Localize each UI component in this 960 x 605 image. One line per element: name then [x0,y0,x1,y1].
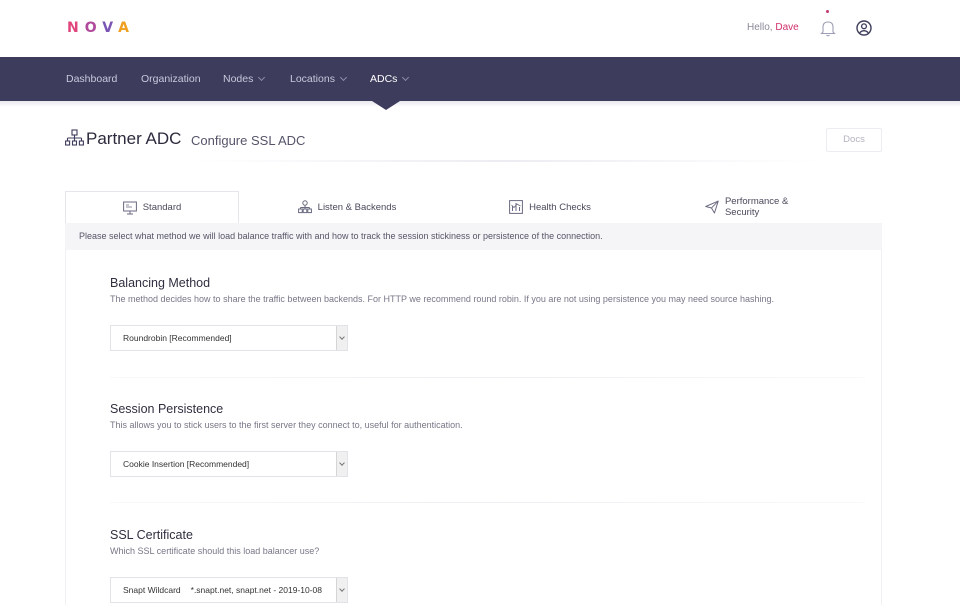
ssl-certificate-select[interactable]: Snapt Wildcard *.snapt.net, snapt.net - 2… [110,577,348,603]
user-profile-icon[interactable] [856,20,872,36]
monitor-icon [122,201,137,214]
session-persistence-description: This allows you to stick users to the fi… [110,420,463,430]
tab-listen-backends[interactable]: Listen & Backends [297,191,397,223]
session-persistence-title: Session Persistence [110,402,224,416]
session-persistence-select[interactable]: Cookie Insertion [Recommended] [110,451,348,477]
chart-icon [509,200,524,214]
title-divider [191,160,821,162]
tab-performance-security[interactable]: Performance & Security [705,191,825,223]
nav-item-adcs[interactable]: ADCs [370,73,410,85]
chevron-down-icon [402,73,410,82]
chevron-down-icon[interactable] [336,452,347,476]
section-divider [110,377,865,378]
notification-dot [826,10,829,13]
nav-item-locations[interactable]: Locations [290,73,347,85]
balancing-method-description: The method decides how to share the traf… [110,294,775,304]
docs-button[interactable]: Docs [826,128,882,152]
ssl-certificate-title: SSL Certificate [110,528,193,542]
balancing-method-select[interactable]: Roundrobin [Recommended] [110,325,348,351]
nav-item-organization[interactable]: Organization [141,73,201,85]
username[interactable]: Dave [775,22,798,33]
bell-icon[interactable] [820,19,836,37]
section-divider [110,502,865,503]
tab-health-checks[interactable]: Health Checks [508,191,592,223]
tab-standard[interactable]: Standard [65,191,239,223]
nav-item-dashboard[interactable]: Dashboard [66,73,117,85]
balancing-method-title: Balancing Method [110,276,211,290]
chevron-down-icon [339,73,347,82]
chevron-down-icon [258,73,266,82]
tab-description: Please select what method we will load b… [65,223,882,250]
page-subtitle: Configure SSL ADC [191,133,306,148]
chevron-down-icon[interactable] [336,326,347,350]
nav-shadow [0,101,960,107]
chevron-down-icon[interactable] [336,578,347,602]
nav-item-nodes[interactable]: Nodes [223,73,266,85]
active-nav-pointer [372,101,400,110]
sitemap-icon [65,129,84,146]
ssl-certificate-description: Which SSL certificate should this load b… [110,546,320,556]
network-icon [297,200,312,214]
nova-logo[interactable]: NOVA [67,20,135,36]
top-header: NOVA Hello, Dave [0,0,960,57]
config-tabs: Standard Listen & Backends Health Checks… [65,191,882,223]
main-nav: Dashboard Organization Nodes Locations A… [0,57,960,101]
page-title: Partner ADC [86,129,182,148]
user-greeting: Hello, Dave [747,22,799,33]
paper-plane-icon [705,200,719,214]
